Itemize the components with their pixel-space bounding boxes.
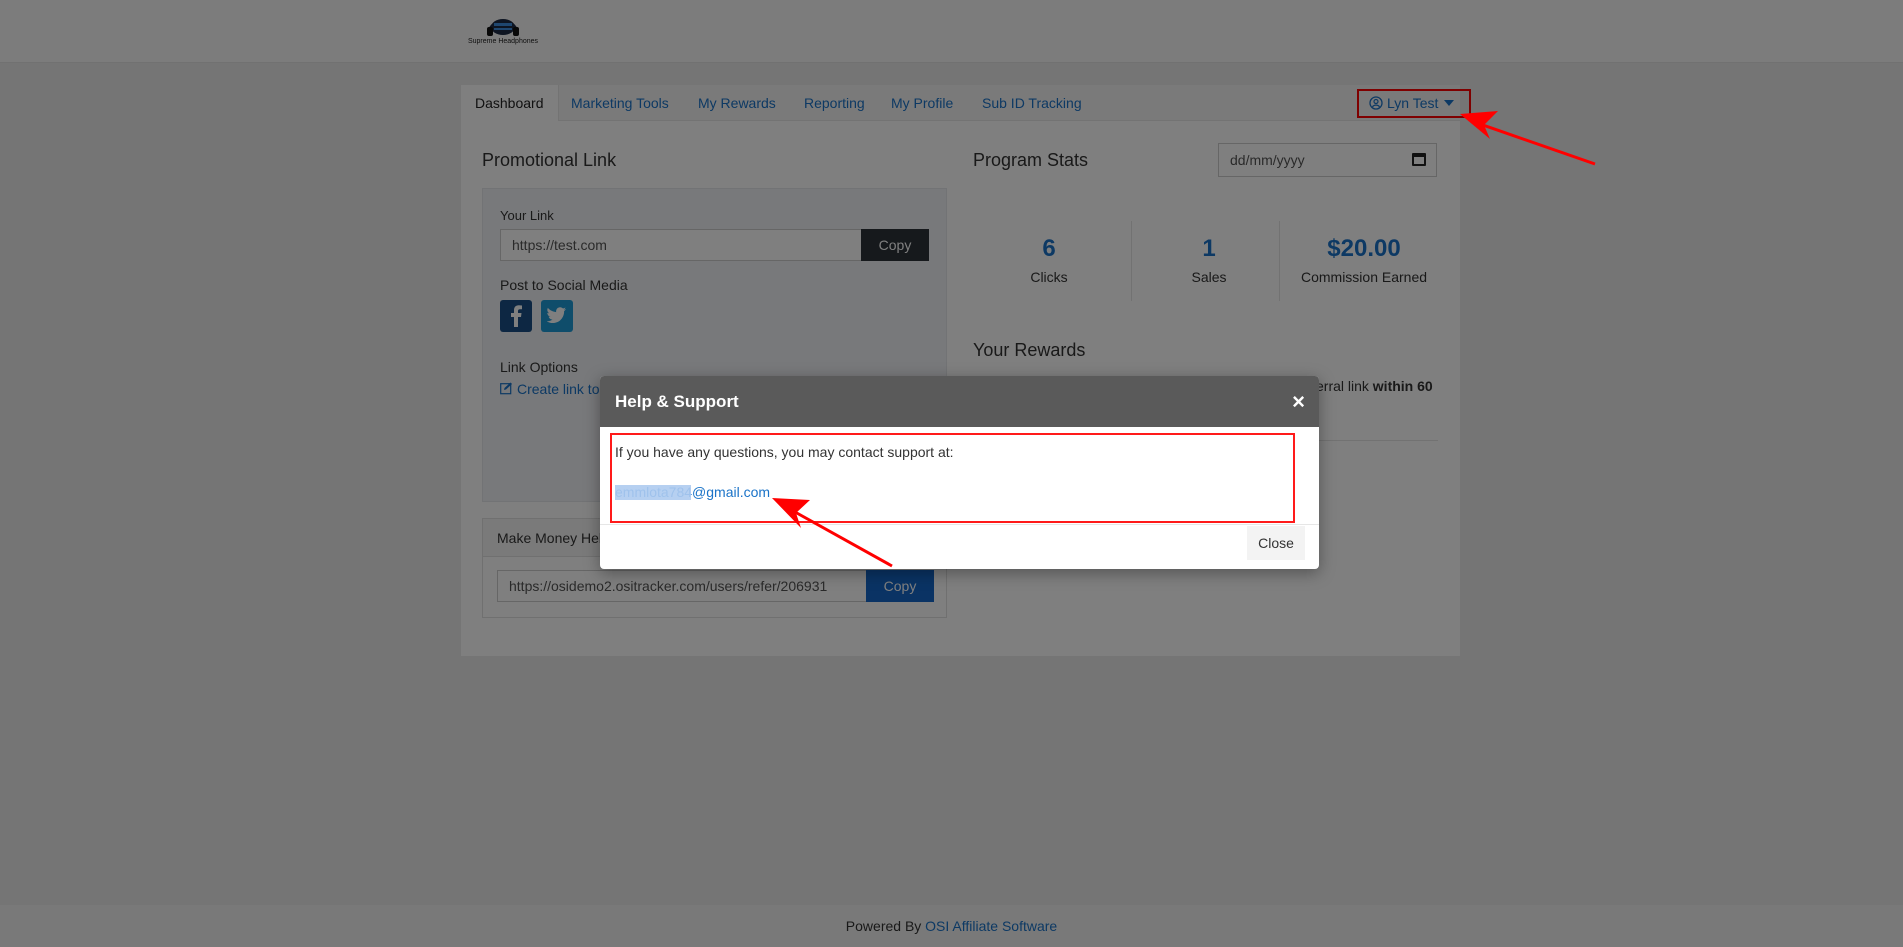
email-redaction [615,485,691,500]
close-icon[interactable]: × [1292,376,1305,427]
modal-footer-divider [600,524,1319,525]
close-button[interactable]: Close [1247,526,1305,560]
modal-header: Help & Support × [600,376,1319,427]
help-support-modal: Help & Support × If you have any questio… [600,376,1319,569]
modal-title: Help & Support [615,392,739,411]
support-message: If you have any questions, you may conta… [615,444,954,460]
